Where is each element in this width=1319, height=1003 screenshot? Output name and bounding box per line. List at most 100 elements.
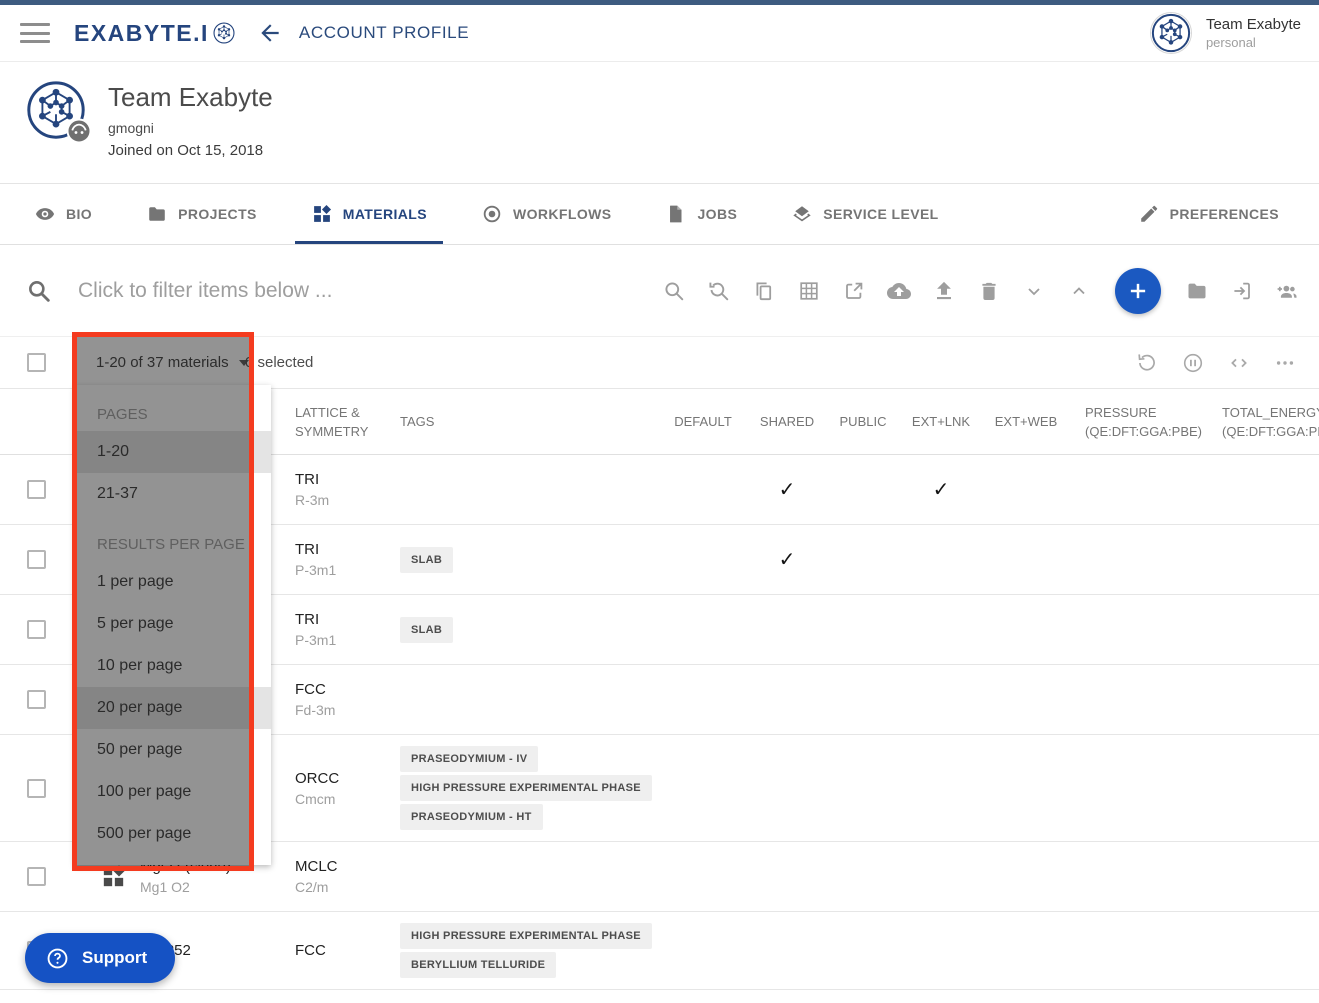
delete-icon[interactable] <box>977 279 1001 303</box>
group-add-icon[interactable] <box>1275 279 1299 303</box>
table-grid-icon[interactable] <box>797 279 821 303</box>
tag-badge: HIGH PRESSURE EXPERIMENTAL PHASE <box>400 775 652 801</box>
support-button[interactable]: Support <box>25 933 175 983</box>
material-formula: Mg1 O2 <box>140 879 270 895</box>
filter-search-icon <box>26 278 52 304</box>
tab-materials[interactable]: MATERIALS <box>295 184 443 244</box>
row-checkbox[interactable] <box>27 480 46 499</box>
pagination-dropdown-trigger[interactable]: 1-20 of 37 materials <box>96 337 249 388</box>
code-icon[interactable] <box>1227 351 1251 375</box>
page-title: ACCOUNT PROFILE <box>299 23 469 43</box>
tag-badge: SLAB <box>400 547 453 573</box>
tab-preferences[interactable]: PREFERENCES <box>1122 184 1295 244</box>
workflows-icon <box>481 203 503 225</box>
top-navbar: EXABYTE.I ACCOUNT PROFILE Team Exabyte p… <box>0 5 1319 62</box>
filter-toolbar: Click to filter items below ... <box>0 245 1319 337</box>
materials-icon <box>311 203 333 225</box>
tab-label: JOBS <box>697 206 737 222</box>
lattice-type: TRI <box>295 611 375 628</box>
tab-workflows[interactable]: WORKFLOWS <box>465 184 627 244</box>
profile-face-badge-icon <box>66 118 92 144</box>
row-checkbox[interactable] <box>27 779 46 798</box>
row-checkbox[interactable] <box>27 690 46 709</box>
menu-item-1-20[interactable]: 1-20 <box>75 431 271 473</box>
selection-bar-icons <box>1135 337 1297 388</box>
row-checkbox[interactable] <box>27 867 46 886</box>
menu-item-500-per-page[interactable]: 500 per page <box>75 813 271 855</box>
tab-bio[interactable]: BIO <box>18 184 108 244</box>
tab-projects[interactable]: PROJECTS <box>130 184 273 244</box>
tab-service-level[interactable]: SERVICE LEVEL <box>775 184 954 244</box>
menu-item-5-per-page[interactable]: 5 per page <box>75 603 271 645</box>
checkmark-icon: ✓ <box>779 549 796 571</box>
jobs-icon <box>665 203 687 225</box>
search-icon[interactable] <box>662 279 686 303</box>
page: EXABYTE.I ACCOUNT PROFILE Team Exabyte p… <box>0 0 1319 1003</box>
material-icon <box>100 863 127 890</box>
copy-icon[interactable] <box>752 279 776 303</box>
support-label: Support <box>82 948 147 968</box>
row-checkbox[interactable] <box>27 550 46 569</box>
back-arrow-icon[interactable] <box>257 20 283 46</box>
lattice-type: FCC <box>295 681 375 698</box>
tab-label: MATERIALS <box>343 206 427 222</box>
menu-item-50-per-page[interactable]: 50 per page <box>75 729 271 771</box>
row-checkbox[interactable] <box>27 620 46 639</box>
menu-item-20-per-page[interactable]: 20 per page <box>75 687 271 729</box>
column-header-pressure: PRESSURE(QE:DFT:GGA:PBE) <box>1070 403 1207 441</box>
lattice-type: FCC <box>295 942 375 959</box>
nav-user-menu[interactable]: Team Exabyte personal <box>1150 12 1301 54</box>
column-header-shared: SHARED <box>748 412 826 431</box>
exit-to-app-icon[interactable] <box>1230 279 1254 303</box>
menu-section-header: RESULTS PER PAGE <box>75 529 271 561</box>
selection-bar: 1-20 of 37 materials 0 selected <box>0 337 1319 389</box>
table-row: mp-252FCCHIGH PRESSURE EXPERIMENTAL PHAS… <box>0 912 1319 990</box>
profile-header: Team Exabyte gmogni Joined on Oct 15, 20… <box>0 62 1319 184</box>
tab-jobs[interactable]: JOBS <box>649 184 753 244</box>
column-header-default: DEFAULT <box>658 412 748 431</box>
eye-icon <box>34 203 56 225</box>
upload-icon[interactable] <box>932 279 956 303</box>
tab-label: BIO <box>66 206 92 222</box>
column-header-total-energy: TOTAL_ENERGY(QE:DFT:GGA:PBE) <box>1207 403 1319 441</box>
menu-item-10-per-page[interactable]: 10 per page <box>75 645 271 687</box>
lattice-type: ORCC <box>295 770 375 787</box>
service-level-icon <box>791 203 813 225</box>
tab-label: PROJECTS <box>178 206 257 222</box>
question-circle-icon <box>45 946 70 971</box>
menu-item-100-per-page[interactable]: 100 per page <box>75 771 271 813</box>
restore-icon[interactable] <box>1135 351 1159 375</box>
tag-badge: PRASEODYMIUM - IV <box>400 746 538 772</box>
profile-joined-date: Joined on Oct 15, 2018 <box>108 142 273 159</box>
folder-icon[interactable] <box>1185 279 1209 303</box>
chevron-up-icon[interactable] <box>1067 279 1091 303</box>
add-fab-button[interactable] <box>1115 268 1161 314</box>
tab-label: PREFERENCES <box>1170 206 1279 222</box>
symmetry-group: C2/m <box>295 879 375 895</box>
tag-badge: HIGH PRESSURE EXPERIMENTAL PHASE <box>400 923 652 949</box>
column-header-ext-lnk: EXT+LNK <box>900 412 982 431</box>
menu-icon[interactable] <box>20 23 50 43</box>
pagination-menu: PAGES1-2021-37RESULTS PER PAGE1 per page… <box>75 385 271 865</box>
profile-name: Team Exabyte <box>108 82 273 113</box>
tag-badge: PRASEODYMIUM - HT <box>400 804 543 830</box>
symmetry-group: Cmcm <box>295 791 375 807</box>
brand-text: EXABYTE.I <box>74 20 209 47</box>
column-header-lattice: LATTICE &SYMMETRY <box>270 403 375 441</box>
nav-user-name: Team Exabyte <box>1206 16 1301 33</box>
symmetry-group: P-3m1 <box>295 562 375 578</box>
nav-avatar <box>1150 12 1192 54</box>
more-horiz-icon[interactable] <box>1273 351 1297 375</box>
pause-circle-icon[interactable] <box>1181 351 1205 375</box>
open-in-new-icon[interactable] <box>842 279 866 303</box>
search-history-icon[interactable] <box>707 279 731 303</box>
menu-item-21-37[interactable]: 21-37 <box>75 473 271 515</box>
filter-input[interactable]: Click to filter items below ... <box>78 279 662 303</box>
lattice-type: TRI <box>295 541 375 558</box>
column-header-ext-web: EXT+WEB <box>982 412 1070 431</box>
menu-item-1-per-page[interactable]: 1 per page <box>75 561 271 603</box>
cloud-upload-icon[interactable] <box>887 279 911 303</box>
select-all-checkbox[interactable] <box>27 353 46 372</box>
brand-logo[interactable]: EXABYTE.I <box>74 20 235 47</box>
chevron-down-icon[interactable] <box>1022 279 1046 303</box>
